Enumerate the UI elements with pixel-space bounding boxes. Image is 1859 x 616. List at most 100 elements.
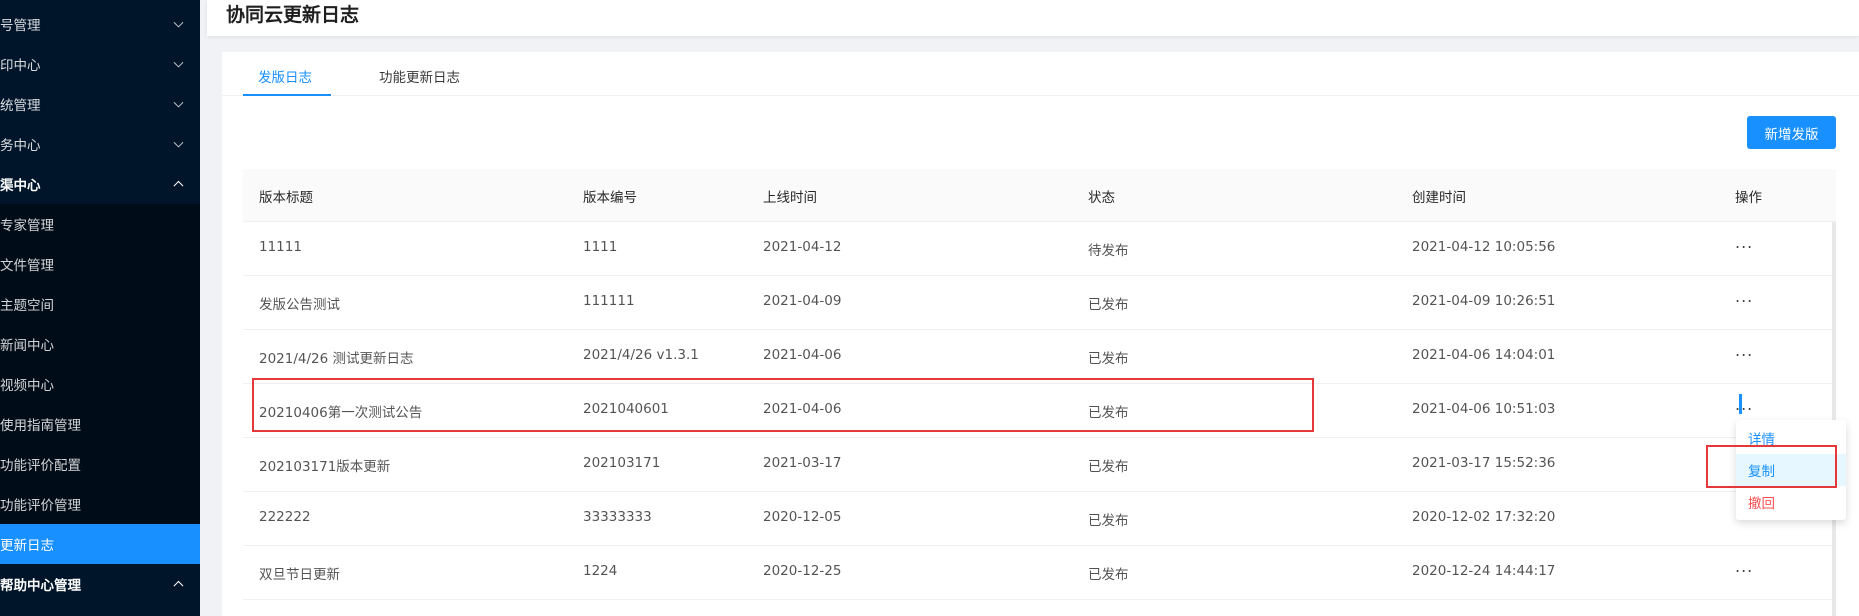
column-header-actions: 操作 bbox=[1735, 190, 1762, 206]
more-actions-icon[interactable]: ... bbox=[1735, 557, 1753, 576]
more-actions-icon[interactable]: ... bbox=[1735, 233, 1753, 252]
sidebar-item-rating-manage[interactable]: 功能评价管理 bbox=[0, 484, 200, 524]
table-scrollbar[interactable] bbox=[1832, 222, 1836, 616]
cell-title: 发版公告测试 bbox=[259, 297, 340, 313]
cell-code: 2021/4/26 v1.3.1 bbox=[583, 347, 699, 363]
cell-status: 已发布 bbox=[1088, 567, 1129, 583]
cell-title: 20210406第一次测试公告 bbox=[259, 405, 423, 421]
cell-online-time: 2021-04-12 bbox=[763, 239, 842, 255]
tab-release-log[interactable]: 发版日志 bbox=[258, 66, 312, 86]
table-row: 双旦节日更新 1224 2020-12-25 已发布 2020-12-24 14… bbox=[243, 546, 1836, 600]
sidebar-item-experts[interactable]: 专家管理 bbox=[0, 204, 200, 244]
tab-feature-log[interactable]: 功能更新日志 bbox=[379, 66, 460, 86]
text-caret bbox=[1739, 394, 1742, 414]
sidebar-item-label: 功能评价管理 bbox=[0, 498, 81, 514]
column-header-online-time: 上线时间 bbox=[763, 190, 817, 206]
cell-code: 33333333 bbox=[583, 509, 652, 525]
cell-title: 11111 bbox=[259, 239, 302, 255]
more-actions-icon[interactable]: ... bbox=[1735, 341, 1753, 360]
chevron-down-icon bbox=[173, 137, 184, 148]
cell-code: 1224 bbox=[583, 563, 618, 579]
table-row: 11111 1111 2021-04-12 待发布 2021-04-12 10:… bbox=[243, 222, 1836, 276]
sidebar-item-rating-config[interactable]: 功能评价配置 bbox=[0, 444, 200, 484]
sidebar-item-label: 使用指南管理 bbox=[0, 418, 81, 434]
sidebar-item-label: 专家管理 bbox=[0, 218, 54, 234]
cell-created-time: 2021-04-06 10:51:03 bbox=[1412, 401, 1556, 417]
cell-online-time: 2021-04-06 bbox=[763, 401, 842, 417]
chevron-up-icon bbox=[173, 580, 184, 591]
sidebar-item-system[interactable]: 统管理 bbox=[0, 84, 200, 124]
cell-title: 双旦节日更新 bbox=[259, 567, 340, 583]
cell-status: 待发布 bbox=[1088, 243, 1129, 259]
cell-title: 2021/4/26 测试更新日志 bbox=[259, 351, 414, 367]
chevron-up-icon bbox=[173, 180, 184, 191]
column-header-title: 版本标题 bbox=[259, 190, 313, 206]
more-actions-icon[interactable]: ... bbox=[1735, 395, 1753, 414]
cell-online-time: 2021-04-06 bbox=[763, 347, 842, 363]
cell-online-time: 2020-12-25 bbox=[763, 563, 842, 579]
add-release-button[interactable]: 新增发版 bbox=[1747, 116, 1836, 149]
cell-status: 已发布 bbox=[1088, 513, 1129, 529]
dropdown-item-details[interactable]: 详情 bbox=[1736, 422, 1846, 454]
cell-status: 已发布 bbox=[1088, 351, 1129, 367]
sidebar-item-videos[interactable]: 视频中心 bbox=[0, 364, 200, 404]
cell-code: 1111 bbox=[583, 239, 618, 255]
sidebar-item-account[interactable]: 号管理 bbox=[0, 4, 200, 44]
sidebar-item-label: 渠中心 bbox=[0, 178, 41, 194]
page-header: 协同云更新日志 bbox=[207, 0, 1859, 36]
table-row: 20210406第一次测试公告 2021040601 2021-04-06 已发… bbox=[243, 384, 1836, 438]
content-card: 发版日志 功能更新日志 新增发版 版本标题 版本编号 上线时间 状态 创建时间 … bbox=[222, 52, 1859, 616]
sidebar-item-changelog[interactable]: 更新日志 bbox=[0, 524, 200, 564]
dropdown-item-revoke[interactable]: 撤回 bbox=[1736, 486, 1846, 518]
cell-online-time: 2021-03-17 bbox=[763, 455, 842, 471]
page-title: 协同云更新日志 bbox=[226, 4, 360, 26]
cell-online-time: 2020-12-05 bbox=[763, 509, 842, 525]
sidebar-item-service[interactable]: 务中心 bbox=[0, 124, 200, 164]
sidebar: 号管理 印中心 统管理 务中心 渠中心 专家管理 文件管理 主题空间 新闻中心 … bbox=[0, 0, 200, 616]
table-row: 222222 33333333 2020-12-05 已发布 2020-12-0… bbox=[243, 492, 1836, 546]
tab-bar: 发版日志 功能更新日志 bbox=[222, 52, 1859, 96]
cell-code: 2021040601 bbox=[583, 401, 669, 417]
row-actions-dropdown: 详情 复制 撤回 bbox=[1736, 420, 1846, 520]
table-row: 202103171版本更新 202103171 2021-03-17 已发布 2… bbox=[243, 438, 1836, 492]
cell-created-time: 2021-04-09 10:26:51 bbox=[1412, 293, 1556, 309]
sidebar-item-label: 印中心 bbox=[0, 58, 41, 74]
sidebar-item-news[interactable]: 新闻中心 bbox=[0, 324, 200, 364]
sidebar-item-label: 主题空间 bbox=[0, 298, 54, 314]
sidebar-item-print[interactable]: 印中心 bbox=[0, 44, 200, 84]
dropdown-item-copy[interactable]: 复制 bbox=[1736, 454, 1846, 486]
cell-code: 202103171 bbox=[583, 455, 661, 471]
cell-status: 已发布 bbox=[1088, 459, 1129, 475]
cell-created-time: 2021-04-12 10:05:56 bbox=[1412, 239, 1556, 255]
cell-online-time: 2021-04-09 bbox=[763, 293, 842, 309]
more-actions-icon[interactable]: ... bbox=[1735, 287, 1753, 306]
sidebar-item-topics[interactable]: 主题空间 bbox=[0, 284, 200, 324]
table-row: 发版公告测试 111111 2021-04-09 已发布 2021-04-09 … bbox=[243, 276, 1836, 330]
sidebar-item-label: 统管理 bbox=[0, 98, 41, 114]
sidebar-group-resource[interactable]: 渠中心 bbox=[0, 164, 200, 204]
cell-created-time: 2021-03-17 15:52:36 bbox=[1412, 455, 1556, 471]
chevron-down-icon bbox=[173, 57, 184, 68]
sidebar-group-help[interactable]: 帮助中心管理 bbox=[0, 564, 200, 604]
cell-code: 111111 bbox=[583, 293, 635, 309]
sidebar-item-label: 功能评价配置 bbox=[0, 458, 81, 474]
cell-status: 已发布 bbox=[1088, 405, 1129, 421]
sidebar-item-files[interactable]: 文件管理 bbox=[0, 244, 200, 284]
sidebar-item-label: 视频中心 bbox=[0, 378, 54, 394]
table-row: 2021/4/26 测试更新日志 2021/4/26 v1.3.1 2021-0… bbox=[243, 330, 1836, 384]
cell-created-time: 2020-12-02 17:32:20 bbox=[1412, 509, 1556, 525]
sidebar-item-label: 新闻中心 bbox=[0, 338, 54, 354]
cell-status: 已发布 bbox=[1088, 297, 1129, 313]
sidebar-item-guides[interactable]: 使用指南管理 bbox=[0, 404, 200, 444]
cell-created-time: 2020-12-24 14:44:17 bbox=[1412, 563, 1556, 579]
chevron-down-icon bbox=[173, 97, 184, 108]
tab-active-indicator bbox=[243, 94, 331, 96]
sidebar-item-label: 帮助中心管理 bbox=[0, 578, 81, 594]
cell-created-time: 2021-04-06 14:04:01 bbox=[1412, 347, 1556, 363]
column-header-created-time: 创建时间 bbox=[1412, 190, 1466, 206]
cell-title: 222222 bbox=[259, 509, 311, 525]
chevron-down-icon bbox=[173, 17, 184, 28]
sidebar-item-label: 务中心 bbox=[0, 138, 41, 154]
sidebar-item-label: 号管理 bbox=[0, 18, 41, 34]
table-header: 版本标题 版本编号 上线时间 状态 创建时间 操作 bbox=[243, 169, 1836, 222]
